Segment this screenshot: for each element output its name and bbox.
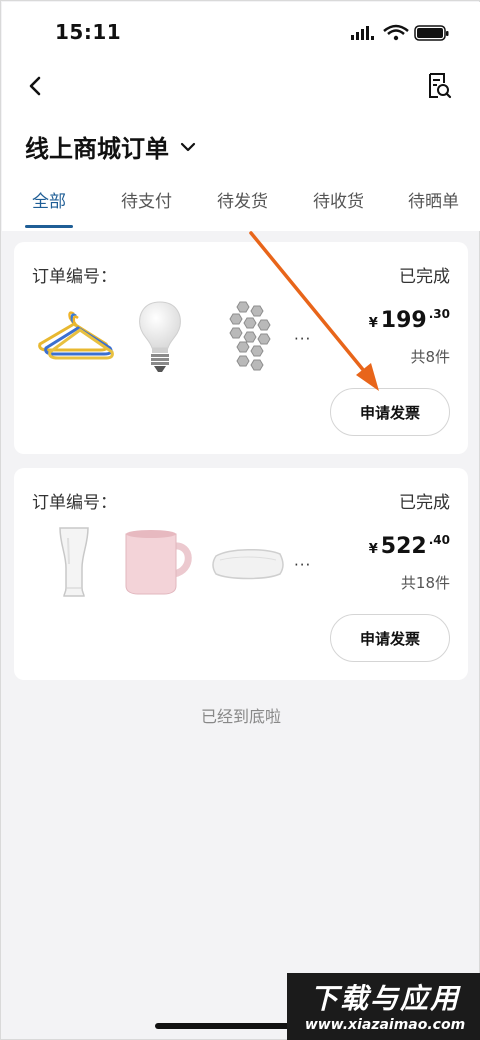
- back-arrow-icon[interactable]: [23, 73, 49, 99]
- beer-glass-icon[interactable]: [54, 524, 94, 600]
- mug-icon[interactable]: [122, 528, 200, 596]
- tab-pending-receipt[interactable]: 待收货: [313, 187, 364, 212]
- light-bulb-icon[interactable]: [136, 298, 184, 378]
- status-bar-icons: [351, 24, 449, 41]
- currency-symbol: ¥: [368, 542, 378, 557]
- tab-pending-review[interactable]: 待晒单: [408, 187, 459, 212]
- apply-invoice-button[interactable]: 申请发票: [330, 388, 450, 436]
- order-price: ¥ 199 .30: [368, 307, 450, 333]
- order-tabs: 全部 待支付 待发货 待收货 待晒单: [1, 187, 480, 231]
- order-number-label: 订单编号：: [32, 267, 117, 287]
- order-status: 已完成: [399, 493, 450, 513]
- hexagon-wall-decor-icon[interactable]: [228, 298, 274, 378]
- order-number-redacted: [118, 486, 210, 510]
- active-tab-indicator: [25, 225, 73, 228]
- watermark-logo: 下载与应用 www.xiazaimao.com: [287, 973, 480, 1040]
- tab-pending-payment[interactable]: 待支付: [121, 187, 172, 212]
- order-type-selector[interactable]: 线上商城订单: [25, 129, 197, 164]
- order-number-label: 订单编号：: [32, 493, 117, 513]
- chevron-down-icon: [180, 142, 196, 151]
- apply-invoice-button[interactable]: 申请发票: [330, 614, 450, 662]
- tab-all[interactable]: 全部: [32, 187, 66, 212]
- price-integer: 199: [380, 308, 427, 333]
- price-integer: 522: [380, 534, 427, 559]
- order-price: ¥ 522 .40: [368, 533, 450, 559]
- status-time: 15:11: [55, 20, 122, 44]
- order-card[interactable]: 订单编号： 已完成 ··· ¥ 199 .30 共8件 申请发票: [14, 242, 468, 454]
- price-decimal: .40: [428, 533, 450, 547]
- page-title: 线上商城订单: [25, 135, 169, 163]
- order-number-redacted: [122, 260, 218, 284]
- item-count: 共18件: [400, 574, 450, 592]
- tab-pending-shipment[interactable]: 待发货: [217, 187, 268, 212]
- wifi-icon: [383, 24, 409, 41]
- currency-symbol: ¥: [368, 316, 378, 331]
- more-items-indicator: ···: [294, 330, 312, 348]
- price-decimal: .30: [428, 307, 450, 321]
- signal-icon: [351, 26, 374, 40]
- pillow-icon[interactable]: [210, 542, 286, 582]
- document-search-icon[interactable]: [425, 71, 453, 101]
- hanger-icon[interactable]: [34, 308, 114, 368]
- order-status: 已完成: [399, 267, 450, 287]
- order-card[interactable]: 订单编号： 已完成 ··· ¥ 522 .40 共18件 申请发票: [14, 468, 468, 680]
- watermark-title: 下载与应用: [309, 982, 460, 1015]
- end-of-list-text: 已经到底啦: [200, 707, 281, 726]
- watermark-url: www.xiazaimao.com: [304, 1017, 466, 1033]
- battery-icon: [414, 25, 449, 41]
- app-screen: 15:11 线上商城订单 全部 待支付 待发货 待收货 待晒单 订单编号： 已完…: [0, 0, 480, 1040]
- item-count: 共8件: [410, 348, 450, 366]
- more-items-indicator: ···: [294, 556, 312, 574]
